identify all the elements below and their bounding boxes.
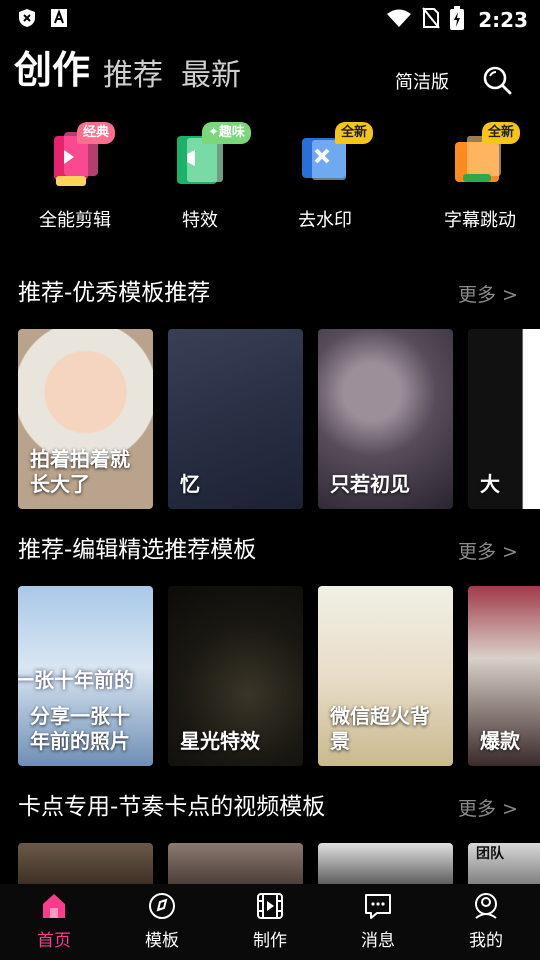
clock-time: 2:23 [478, 8, 528, 32]
profile-icon [471, 892, 501, 920]
nav-label: 首页 [37, 931, 71, 951]
section-title: 卡点专用-节奏卡点的视频模板 [18, 794, 326, 820]
template-card[interactable]: 拍着拍着就长大了 [18, 329, 153, 509]
template-row: 一张十年前的 分享一张十年前的照片 星光特效 微信超火背景 爆款 [18, 586, 540, 766]
tool-label: 去水印 [298, 210, 352, 231]
section-title: 推荐-优秀模板推荐 [18, 280, 211, 306]
card-title: 分享一张十年前的照片 [30, 704, 130, 753]
card-title: 只若初见 [330, 472, 410, 496]
status-bar: 2:23 [0, 0, 540, 36]
template-card[interactable]: 团队 [468, 843, 540, 884]
nav-label: 我的 [469, 931, 503, 951]
card-title: 微信超火背景 [330, 704, 430, 753]
template-card[interactable]: 一张十年前的 分享一张十年前的照片 [18, 586, 153, 766]
shield-x-icon [18, 8, 36, 28]
template-card[interactable] [168, 843, 303, 884]
tool-remove-watermark[interactable]: 全新 去水印 [265, 120, 385, 231]
nav-home[interactable]: 首页 [14, 892, 94, 954]
template-icon [147, 892, 177, 920]
card-title: 星光特效 [180, 729, 260, 753]
card-image-text: 团队 [476, 846, 504, 862]
nav-profile[interactable]: 我的 [446, 892, 526, 954]
nav-template[interactable]: 模板 [122, 892, 202, 954]
tool-tag: 全新 [482, 122, 521, 144]
more-link[interactable]: 更多 > [458, 537, 518, 564]
message-icon [363, 892, 393, 920]
section-title: 推荐-编辑精选推荐模板 [18, 537, 257, 563]
battery-charging-icon [450, 6, 465, 34]
tool-subtitle-jump[interactable]: 全新 字幕跳动 [420, 120, 540, 231]
tool-full-edit[interactable]: 经典 全能剪辑 [15, 120, 135, 231]
wifi-icon [386, 8, 412, 32]
nav-messages[interactable]: 消息 [338, 892, 418, 954]
search-icon[interactable] [481, 64, 513, 96]
template-card[interactable]: 忆 [168, 329, 303, 509]
simple-mode-button[interactable]: 简洁版 [395, 68, 449, 94]
nav-label: 模板 [145, 931, 179, 951]
tool-effects[interactable]: ✦趣味 特效 [140, 120, 260, 231]
tool-label: 全能剪辑 [39, 210, 111, 231]
template-card[interactable] [318, 843, 453, 884]
template-card[interactable]: 星光特效 [168, 586, 303, 766]
more-link[interactable]: 更多 > [458, 280, 518, 307]
card-title: 拍着拍着就长大了 [30, 447, 130, 496]
tool-shortcuts: 经典 全能剪辑 ✦趣味 特效 全新 去水印 全新 字幕跳动 [0, 120, 540, 231]
tool-label: 字幕跳动 [444, 210, 516, 231]
top-header: 创作 推荐 最新 简洁版 [0, 48, 540, 108]
more-link[interactable]: 更多 > [458, 794, 518, 821]
card-title: 忆 [180, 472, 200, 496]
card-image-text: 一张十年前的 [18, 668, 134, 692]
film-icon [255, 892, 285, 920]
nav-label: 制作 [253, 931, 287, 951]
tool-tag: 经典 [77, 122, 116, 144]
tool-tag: ✦趣味 [202, 122, 251, 144]
template-card[interactable] [18, 843, 153, 884]
no-sim-icon [422, 7, 441, 33]
template-card[interactable]: 微信超火背景 [318, 586, 453, 766]
tab-latest[interactable]: 最新 [181, 50, 241, 94]
nav-label: 消息 [361, 931, 395, 951]
card-title: 爆款 [480, 729, 520, 753]
template-card[interactable]: 大 [468, 329, 540, 509]
tab-create[interactable]: 创作 [14, 39, 90, 94]
tool-tag: 全新 [335, 122, 374, 144]
tab-recommend[interactable]: 推荐 [103, 50, 163, 94]
nav-create[interactable]: 制作 [230, 892, 310, 954]
tool-label: 特效 [182, 210, 218, 231]
template-card[interactable]: 只若初见 [318, 329, 453, 509]
font-a-icon [50, 8, 68, 28]
template-row: 团队 [18, 843, 540, 884]
template-row: 拍着拍着就长大了 忆 只若初见 大 [18, 329, 540, 509]
bottom-navigation: 首页 模板 制作 消息 我的 [0, 884, 540, 960]
template-card[interactable]: 爆款 [468, 586, 540, 766]
home-icon [39, 892, 69, 920]
card-title: 大 [480, 472, 500, 496]
